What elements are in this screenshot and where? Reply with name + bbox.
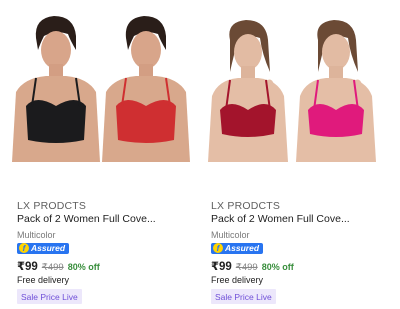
discount-label: 80% off <box>67 262 100 272</box>
product-title[interactable]: Pack of 2 Women Full Cove... <box>17 213 156 225</box>
delivery-info: Free delivery <box>211 275 264 285</box>
sale-tag: Sale Price Live <box>211 289 276 304</box>
sale-tag: Sale Price Live <box>17 289 82 304</box>
product-image[interactable] <box>6 10 192 162</box>
product-brand: LX PRODCTS <box>17 200 87 212</box>
delivery-info: Free delivery <box>17 275 70 285</box>
product-variant: Multicolor <box>211 230 250 240</box>
product-title[interactable]: Pack of 2 Women Full Cove... <box>211 213 350 225</box>
product-card[interactable]: LX PRODCTS Pack of 2 Women Full Cove... … <box>197 0 391 309</box>
product-grid: LX PRODCTS Pack of 2 Women Full Cove... … <box>0 0 400 309</box>
assured-badge: f Assured <box>17 242 70 254</box>
assured-label: Assured <box>31 243 66 253</box>
assured-label: Assured <box>225 243 260 253</box>
price-row: ₹99 ₹499 80% off <box>17 259 100 273</box>
product-image[interactable] <box>200 10 386 162</box>
assured-icon: f <box>213 243 223 253</box>
assured-badge: f Assured <box>211 242 264 254</box>
product-card[interactable]: LX PRODCTS Pack of 2 Women Full Cove... … <box>3 0 197 309</box>
assured-icon: f <box>19 243 29 253</box>
original-price: ₹499 <box>235 262 258 273</box>
selling-price: ₹99 <box>17 261 38 273</box>
discount-label: 80% off <box>261 262 294 272</box>
product-variant: Multicolor <box>17 230 56 240</box>
original-price: ₹499 <box>41 262 64 273</box>
selling-price: ₹99 <box>211 261 232 273</box>
product-brand: LX PRODCTS <box>211 200 281 212</box>
price-row: ₹99 ₹499 80% off <box>211 259 294 273</box>
